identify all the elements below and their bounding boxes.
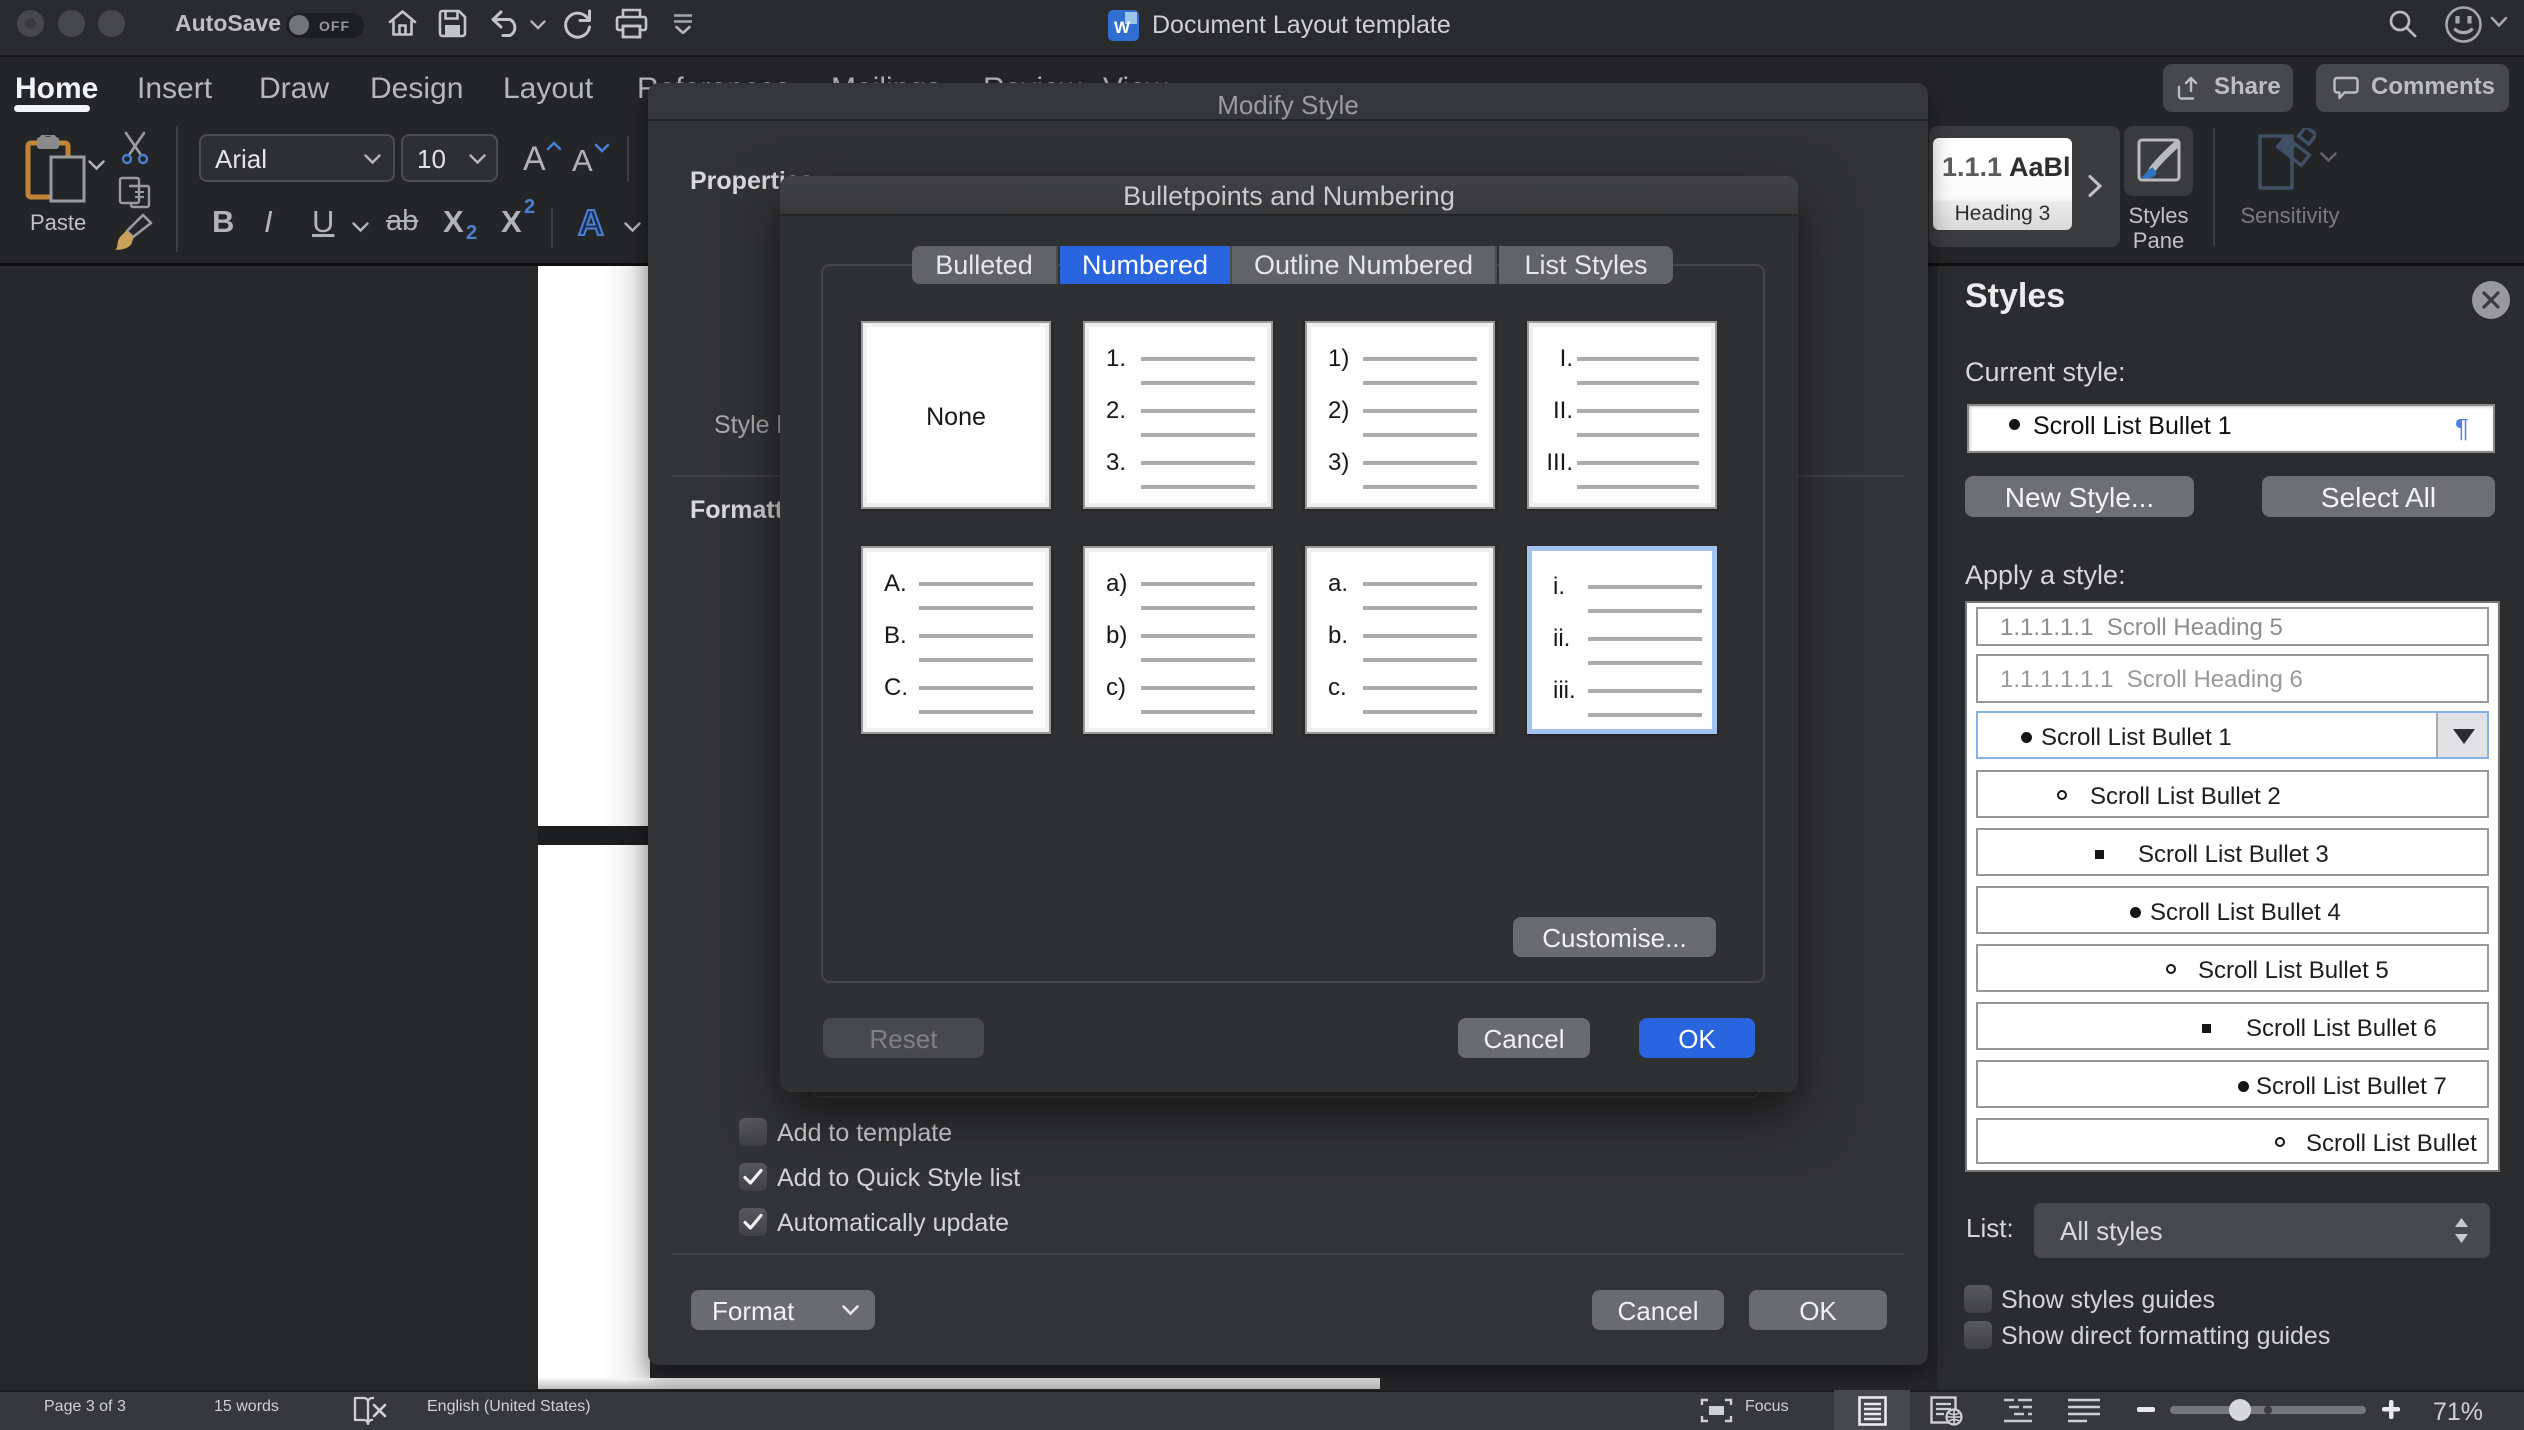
- svg-text:W: W: [1114, 18, 1131, 37]
